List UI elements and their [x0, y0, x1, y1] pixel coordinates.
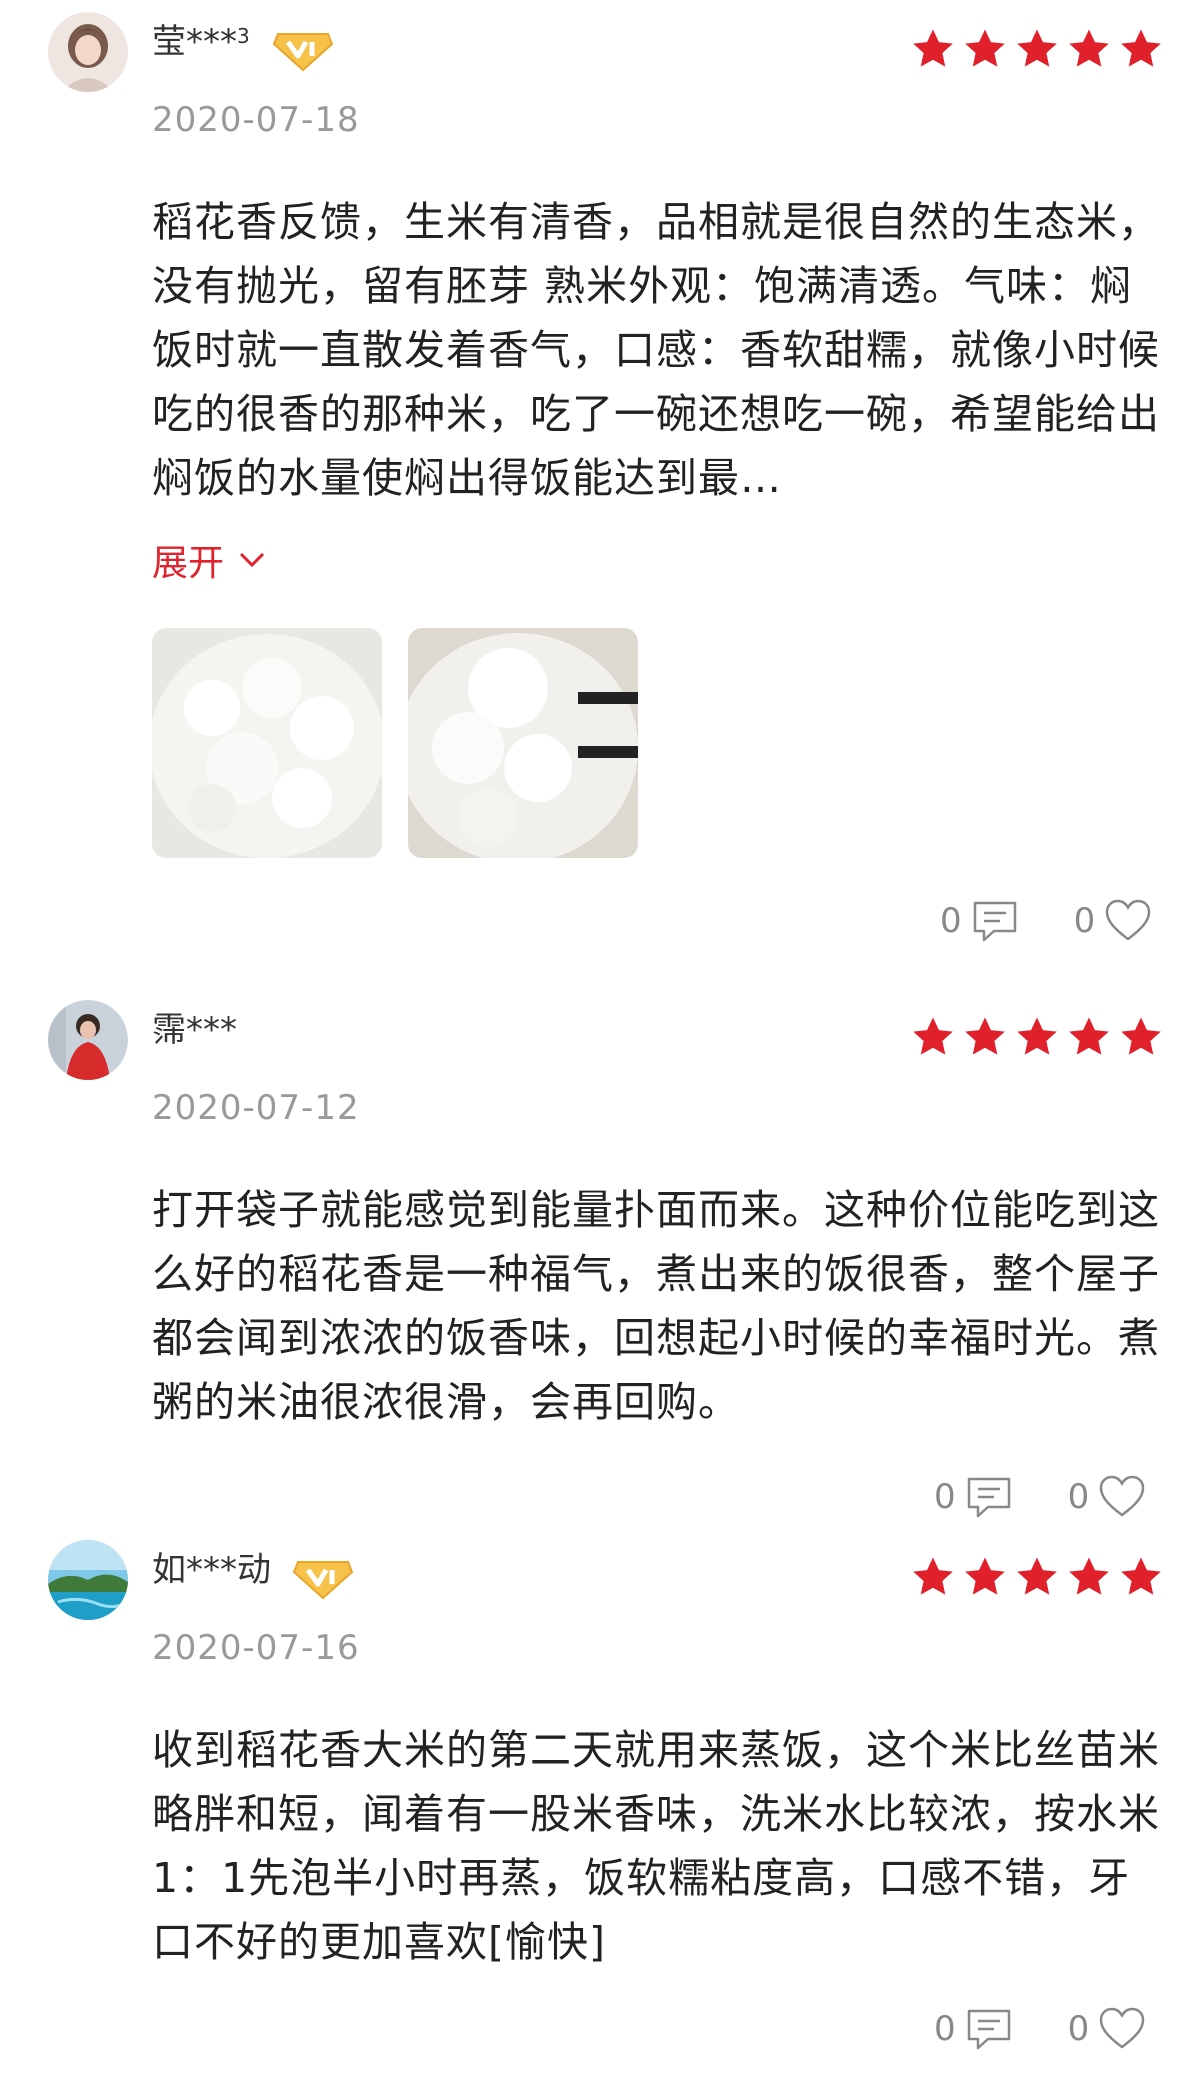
star-icon [913, 1017, 953, 1055]
username: 霈*** [152, 1010, 237, 1050]
star-icon [1069, 29, 1109, 67]
review-text: 稻花香反馈，生米有清香，品相就是很自然的生态米，没有抛光，留有胚芽 熟米外观：饱… [152, 198, 1160, 502]
like-button[interactable]: 0 [1074, 898, 1154, 944]
star-icon [965, 1557, 1005, 1595]
star-icon [1121, 29, 1161, 67]
review-date: 2020-07-18 [152, 100, 360, 140]
star-icon [965, 29, 1005, 67]
star-icon [1017, 29, 1057, 67]
heart-icon [1106, 899, 1151, 941]
review-actions: 0 0 [940, 898, 1153, 944]
comment-button[interactable]: 0 [940, 898, 1020, 944]
review-actions: 0 0 [934, 1474, 1147, 1520]
star-icon [1017, 1017, 1057, 1055]
star-icon [1017, 1557, 1057, 1595]
expand-button[interactable]: 展开 [152, 534, 266, 586]
review-text: 打开袋子就能感觉到能量扑面而来。这种价位能吃到这么好的稻花香是一种福气，煮出来的… [152, 1186, 1160, 1426]
star-rating [910, 1014, 1164, 1060]
vip-badge-icon [292, 1561, 354, 1600]
review-date: 2020-07-12 [152, 1088, 360, 1128]
heart-icon [1100, 2007, 1145, 2049]
star-rating [910, 26, 1164, 72]
review-photo[interactable] [408, 628, 638, 858]
review-actions: 0 0 [934, 2006, 1147, 2052]
comment-icon [967, 1477, 1010, 1518]
comment-icon [973, 901, 1016, 942]
avatar[interactable] [48, 1000, 128, 1080]
star-icon [1121, 1017, 1161, 1055]
comment-button[interactable]: 0 [934, 1474, 1014, 1520]
username: 莹***3 [152, 22, 250, 62]
avatar[interactable] [48, 12, 128, 92]
star-icon [1069, 1017, 1109, 1055]
star-icon [965, 1017, 1005, 1055]
like-button[interactable]: 0 [1068, 2006, 1148, 2052]
star-icon [1121, 1557, 1161, 1595]
chevron-down-icon [239, 552, 265, 568]
vip-badge-icon [272, 33, 334, 72]
star-rating [910, 1554, 1164, 1600]
star-icon [913, 1557, 953, 1595]
heart-icon [1100, 1475, 1145, 1517]
comment-button[interactable]: 0 [934, 2006, 1014, 2052]
review-photo[interactable] [152, 628, 382, 858]
review-text: 收到稻花香大米的第二天就用来蒸饭，这个米比丝苗米略胖和短，闻着有一股米香味，洗米… [152, 1726, 1160, 1966]
star-icon [913, 29, 953, 67]
review-date: 2020-07-16 [152, 1628, 360, 1668]
avatar[interactable] [48, 1540, 128, 1620]
comment-icon [967, 2009, 1010, 2050]
username: 如***动 [152, 1550, 271, 1590]
like-button[interactable]: 0 [1068, 1474, 1148, 1520]
star-icon [1069, 1557, 1109, 1595]
